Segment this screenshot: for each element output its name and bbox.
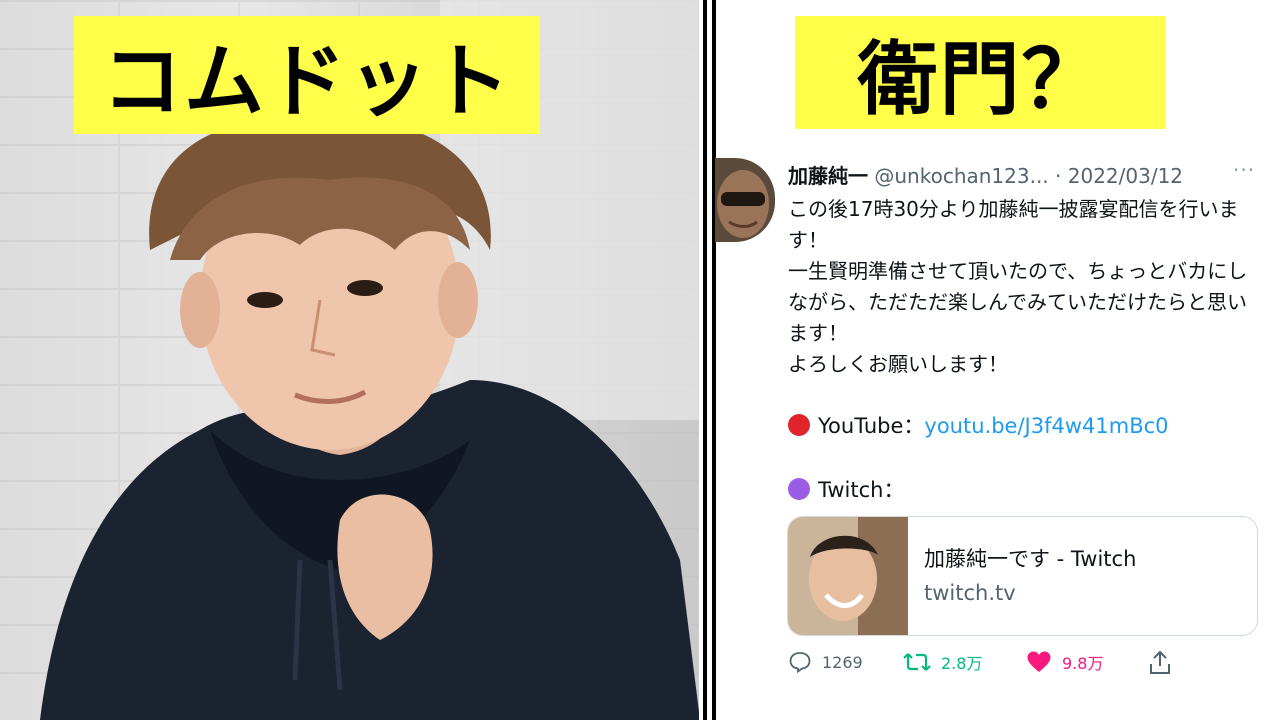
share-button[interactable] <box>1148 650 1172 676</box>
reply-button[interactable]: 1269 <box>788 650 863 674</box>
youtube-label: YouTube： <box>818 414 925 438</box>
twitch-row: Twitch： <box>788 474 904 504</box>
left-title-label: コムドット <box>74 16 540 134</box>
retweet-button[interactable]: 2.8万 <box>903 650 982 674</box>
tweet-header: 加藤純一 @unkochan123... · 2022/03/12 <box>788 160 1183 189</box>
youtube-row: YouTube：youtu.be/J3f4w41mBc0 <box>788 410 1169 440</box>
body-line: この後17時30分より加藤純一披露宴配信を行います！ <box>788 197 1239 252</box>
author-name[interactable]: 加藤純一 <box>788 164 868 188</box>
body-line: 一生賢明準備させて頂いたので、ちょっとバカにしながら、ただただ楽しんでみていただ… <box>788 259 1248 345</box>
card-thumbnail <box>788 517 908 635</box>
red-circle-icon <box>788 414 810 436</box>
retweet-count: 2.8万 <box>941 654 983 673</box>
card-title: 加藤純一です - Twitch <box>924 547 1137 571</box>
tweet-date[interactable]: 2022/03/12 <box>1068 164 1183 188</box>
purple-circle-icon <box>788 478 810 500</box>
author-handle[interactable]: @unkochan123... <box>874 164 1048 188</box>
link-preview-card[interactable]: 加藤純一です - Twitch twitch.tv <box>787 516 1258 636</box>
reply-count: 1269 <box>822 652 863 672</box>
tweet-card: 加藤純一 @unkochan123... · 2022/03/12 ··· この… <box>715 150 1275 720</box>
right-title-label: 衛門？ <box>795 16 1166 129</box>
twitch-label: Twitch： <box>818 478 905 502</box>
youtube-link[interactable]: youtu.be/J3f4w41mBc0 <box>924 414 1168 438</box>
retweet-icon <box>903 653 931 671</box>
card-domain: twitch.tv <box>924 581 1016 605</box>
reply-icon <box>789 652 811 674</box>
like-button[interactable]: 9.8万 <box>1026 650 1103 674</box>
body-line: よろしくお願いします！ <box>788 352 1008 376</box>
tweet-body: この後17時30分より加藤純一披露宴配信を行います！ 一生賢明準備させて頂いたの… <box>788 194 1258 380</box>
more-options-icon[interactable]: ··· <box>1233 158 1255 182</box>
header-separator: · <box>1055 164 1062 188</box>
left-photo-panel: コムドット <box>0 0 700 720</box>
heart-icon <box>1027 651 1051 672</box>
like-count: 9.8万 <box>1062 654 1104 673</box>
avatar[interactable] <box>715 158 775 242</box>
share-icon <box>1150 650 1170 674</box>
tweet-actions: 1269 2.8万 9.8万 <box>788 650 1258 680</box>
